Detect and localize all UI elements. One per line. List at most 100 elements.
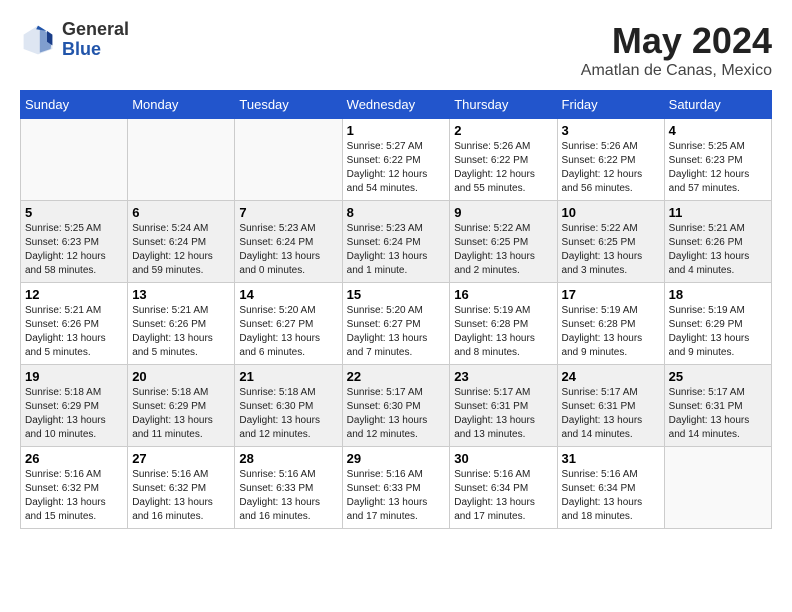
day-info: Sunrise: 5:18 AMSunset: 6:29 PMDaylight:… <box>25 386 123 442</box>
day-number: 28 <box>239 451 337 466</box>
calendar-week-row: 12 Sunrise: 5:21 AMSunset: 6:26 PMDayligh… <box>21 283 772 365</box>
calendar-cell: 1Sunrise: 5:27 AMSunset: 6:22 PMDaylight… <box>342 119 450 201</box>
day-info: Sunrise: 5:25 AMSunset: 6:23 PMDaylight:… <box>669 140 767 196</box>
day-number: 4 <box>669 123 767 138</box>
calendar-cell <box>128 119 235 201</box>
calendar-cell <box>664 447 771 529</box>
calendar-cell: 12 Sunrise: 5:21 AMSunset: 6:26 PMDayligh… <box>21 283 128 365</box>
location-subtitle: Amatlan de Canas, Mexico <box>581 62 772 80</box>
day-number: 11 <box>669 205 767 220</box>
logo-text: General Blue <box>62 20 129 60</box>
day-info: Sunrise: 5:24 AMSunset: 6:24 PMDaylight:… <box>132 222 230 278</box>
day-info: Sunrise: 5:16 AMSunset: 6:34 PMDaylight:… <box>562 468 660 524</box>
day-number: 22 <box>347 369 446 384</box>
day-info: Sunrise: 5:19 AMSunset: 6:29 PMDaylight:… <box>669 304 767 360</box>
day-info: Sunrise: 5:22 AMSunset: 6:25 PMDaylight:… <box>562 222 660 278</box>
day-number: 20 <box>132 369 230 384</box>
day-number: 13 <box>132 287 230 302</box>
calendar-cell: 18 Sunrise: 5:19 AMSunset: 6:29 PMDayligh… <box>664 283 771 365</box>
day-number: 27 <box>132 451 230 466</box>
calendar-cell: 19 Sunrise: 5:18 AMSunset: 6:29 PMDayligh… <box>21 365 128 447</box>
day-info: Sunrise: 5:16 AMSunset: 6:32 PMDaylight:… <box>25 468 123 524</box>
calendar-cell: 14 Sunrise: 5:20 AMSunset: 6:27 PMDayligh… <box>235 283 342 365</box>
day-number: 5 <box>25 205 123 220</box>
day-number: 25 <box>669 369 767 384</box>
calendar-cell: 9 Sunrise: 5:22 AMSunset: 6:25 PMDaylight… <box>450 201 557 283</box>
calendar-cell <box>235 119 342 201</box>
calendar-cell: 8 Sunrise: 5:23 AMSunset: 6:24 PMDaylight… <box>342 201 450 283</box>
calendar-week-row: 1Sunrise: 5:27 AMSunset: 6:22 PMDaylight… <box>21 119 772 201</box>
day-info: Sunrise: 5:17 AMSunset: 6:31 PMDaylight:… <box>454 386 552 442</box>
day-number: 12 <box>25 287 123 302</box>
day-info: Sunrise: 5:19 AMSunset: 6:28 PMDaylight:… <box>454 304 552 360</box>
header-saturday: Saturday <box>664 91 771 119</box>
logo: General Blue <box>20 20 129 60</box>
day-number: 1 <box>347 123 446 138</box>
calendar-cell: 29Sunrise: 5:16 AMSunset: 6:33 PMDayligh… <box>342 447 450 529</box>
day-number: 15 <box>347 287 446 302</box>
logo-icon <box>20 22 56 58</box>
day-number: 18 <box>669 287 767 302</box>
calendar-cell: 28 Sunrise: 5:16 AMSunset: 6:33 PMDayligh… <box>235 447 342 529</box>
calendar-header-row: SundayMondayTuesdayWednesdayThursdayFrid… <box>21 91 772 119</box>
day-info: Sunrise: 5:17 AMSunset: 6:31 PMDaylight:… <box>669 386 767 442</box>
day-number: 16 <box>454 287 552 302</box>
calendar-week-row: 26 Sunrise: 5:16 AMSunset: 6:32 PMDayligh… <box>21 447 772 529</box>
day-info: Sunrise: 5:16 AMSunset: 6:32 PMDaylight:… <box>132 468 230 524</box>
day-info: Sunrise: 5:26 AMSunset: 6:22 PMDaylight:… <box>562 140 660 196</box>
header-monday: Monday <box>128 91 235 119</box>
day-info: Sunrise: 5:16 AMSunset: 6:33 PMDaylight:… <box>239 468 337 524</box>
calendar-cell: 5 Sunrise: 5:25 AMSunset: 6:23 PMDaylight… <box>21 201 128 283</box>
day-number: 8 <box>347 205 446 220</box>
day-info: Sunrise: 5:19 AMSunset: 6:28 PMDaylight:… <box>562 304 660 360</box>
calendar-cell: 17Sunrise: 5:19 AMSunset: 6:28 PMDayligh… <box>557 283 664 365</box>
calendar-cell: 21Sunrise: 5:18 AMSunset: 6:30 PMDayligh… <box>235 365 342 447</box>
day-number: 10 <box>562 205 660 220</box>
day-number: 23 <box>454 369 552 384</box>
calendar-week-row: 19 Sunrise: 5:18 AMSunset: 6:29 PMDayligh… <box>21 365 772 447</box>
day-number: 9 <box>454 205 552 220</box>
day-info: Sunrise: 5:21 AMSunset: 6:26 PMDaylight:… <box>25 304 123 360</box>
calendar-cell: 13 Sunrise: 5:21 AMSunset: 6:26 PMDayligh… <box>128 283 235 365</box>
day-number: 6 <box>132 205 230 220</box>
day-info: Sunrise: 5:21 AMSunset: 6:26 PMDaylight:… <box>132 304 230 360</box>
day-info: Sunrise: 5:23 AMSunset: 6:24 PMDaylight:… <box>347 222 446 278</box>
calendar-week-row: 5 Sunrise: 5:25 AMSunset: 6:23 PMDaylight… <box>21 201 772 283</box>
day-info: Sunrise: 5:22 AMSunset: 6:25 PMDaylight:… <box>454 222 552 278</box>
month-year-title: May 2024 <box>581 20 772 62</box>
day-info: Sunrise: 5:20 AMSunset: 6:27 PMDaylight:… <box>347 304 446 360</box>
day-info: Sunrise: 5:16 AMSunset: 6:33 PMDaylight:… <box>347 468 446 524</box>
day-number: 21 <box>239 369 337 384</box>
day-number: 14 <box>239 287 337 302</box>
day-info: Sunrise: 5:16 AMSunset: 6:34 PMDaylight:… <box>454 468 552 524</box>
day-info: Sunrise: 5:26 AMSunset: 6:22 PMDaylight:… <box>454 140 552 196</box>
day-number: 26 <box>25 451 123 466</box>
header-thursday: Thursday <box>450 91 557 119</box>
calendar-table: SundayMondayTuesdayWednesdayThursdayFrid… <box>20 90 772 529</box>
day-info: Sunrise: 5:17 AMSunset: 6:31 PMDaylight:… <box>562 386 660 442</box>
day-info: Sunrise: 5:18 AMSunset: 6:29 PMDaylight:… <box>132 386 230 442</box>
day-number: 31 <box>562 451 660 466</box>
calendar-cell: 16 Sunrise: 5:19 AMSunset: 6:28 PMDayligh… <box>450 283 557 365</box>
day-info: Sunrise: 5:20 AMSunset: 6:27 PMDaylight:… <box>239 304 337 360</box>
calendar-cell: 22 Sunrise: 5:17 AMSunset: 6:30 PMDayligh… <box>342 365 450 447</box>
calendar-cell: 26 Sunrise: 5:16 AMSunset: 6:32 PMDayligh… <box>21 447 128 529</box>
day-number: 7 <box>239 205 337 220</box>
header-sunday: Sunday <box>21 91 128 119</box>
header-wednesday: Wednesday <box>342 91 450 119</box>
day-number: 30 <box>454 451 552 466</box>
day-info: Sunrise: 5:17 AMSunset: 6:30 PMDaylight:… <box>347 386 446 442</box>
calendar-cell: 3 Sunrise: 5:26 AMSunset: 6:22 PMDaylight… <box>557 119 664 201</box>
title-block: May 2024 Amatlan de Canas, Mexico <box>581 20 772 80</box>
day-number: 24 <box>562 369 660 384</box>
day-number: 3 <box>562 123 660 138</box>
calendar-cell: 31 Sunrise: 5:16 AMSunset: 6:34 PMDayligh… <box>557 447 664 529</box>
day-info: Sunrise: 5:25 AMSunset: 6:23 PMDaylight:… <box>25 222 123 278</box>
day-number: 19 <box>25 369 123 384</box>
calendar-cell <box>21 119 128 201</box>
calendar-cell: 27 Sunrise: 5:16 AMSunset: 6:32 PMDayligh… <box>128 447 235 529</box>
header-tuesday: Tuesday <box>235 91 342 119</box>
calendar-cell: 23 Sunrise: 5:17 AMSunset: 6:31 PMDayligh… <box>450 365 557 447</box>
day-info: Sunrise: 5:23 AMSunset: 6:24 PMDaylight:… <box>239 222 337 278</box>
calendar-cell: 2Sunrise: 5:26 AMSunset: 6:22 PMDaylight… <box>450 119 557 201</box>
